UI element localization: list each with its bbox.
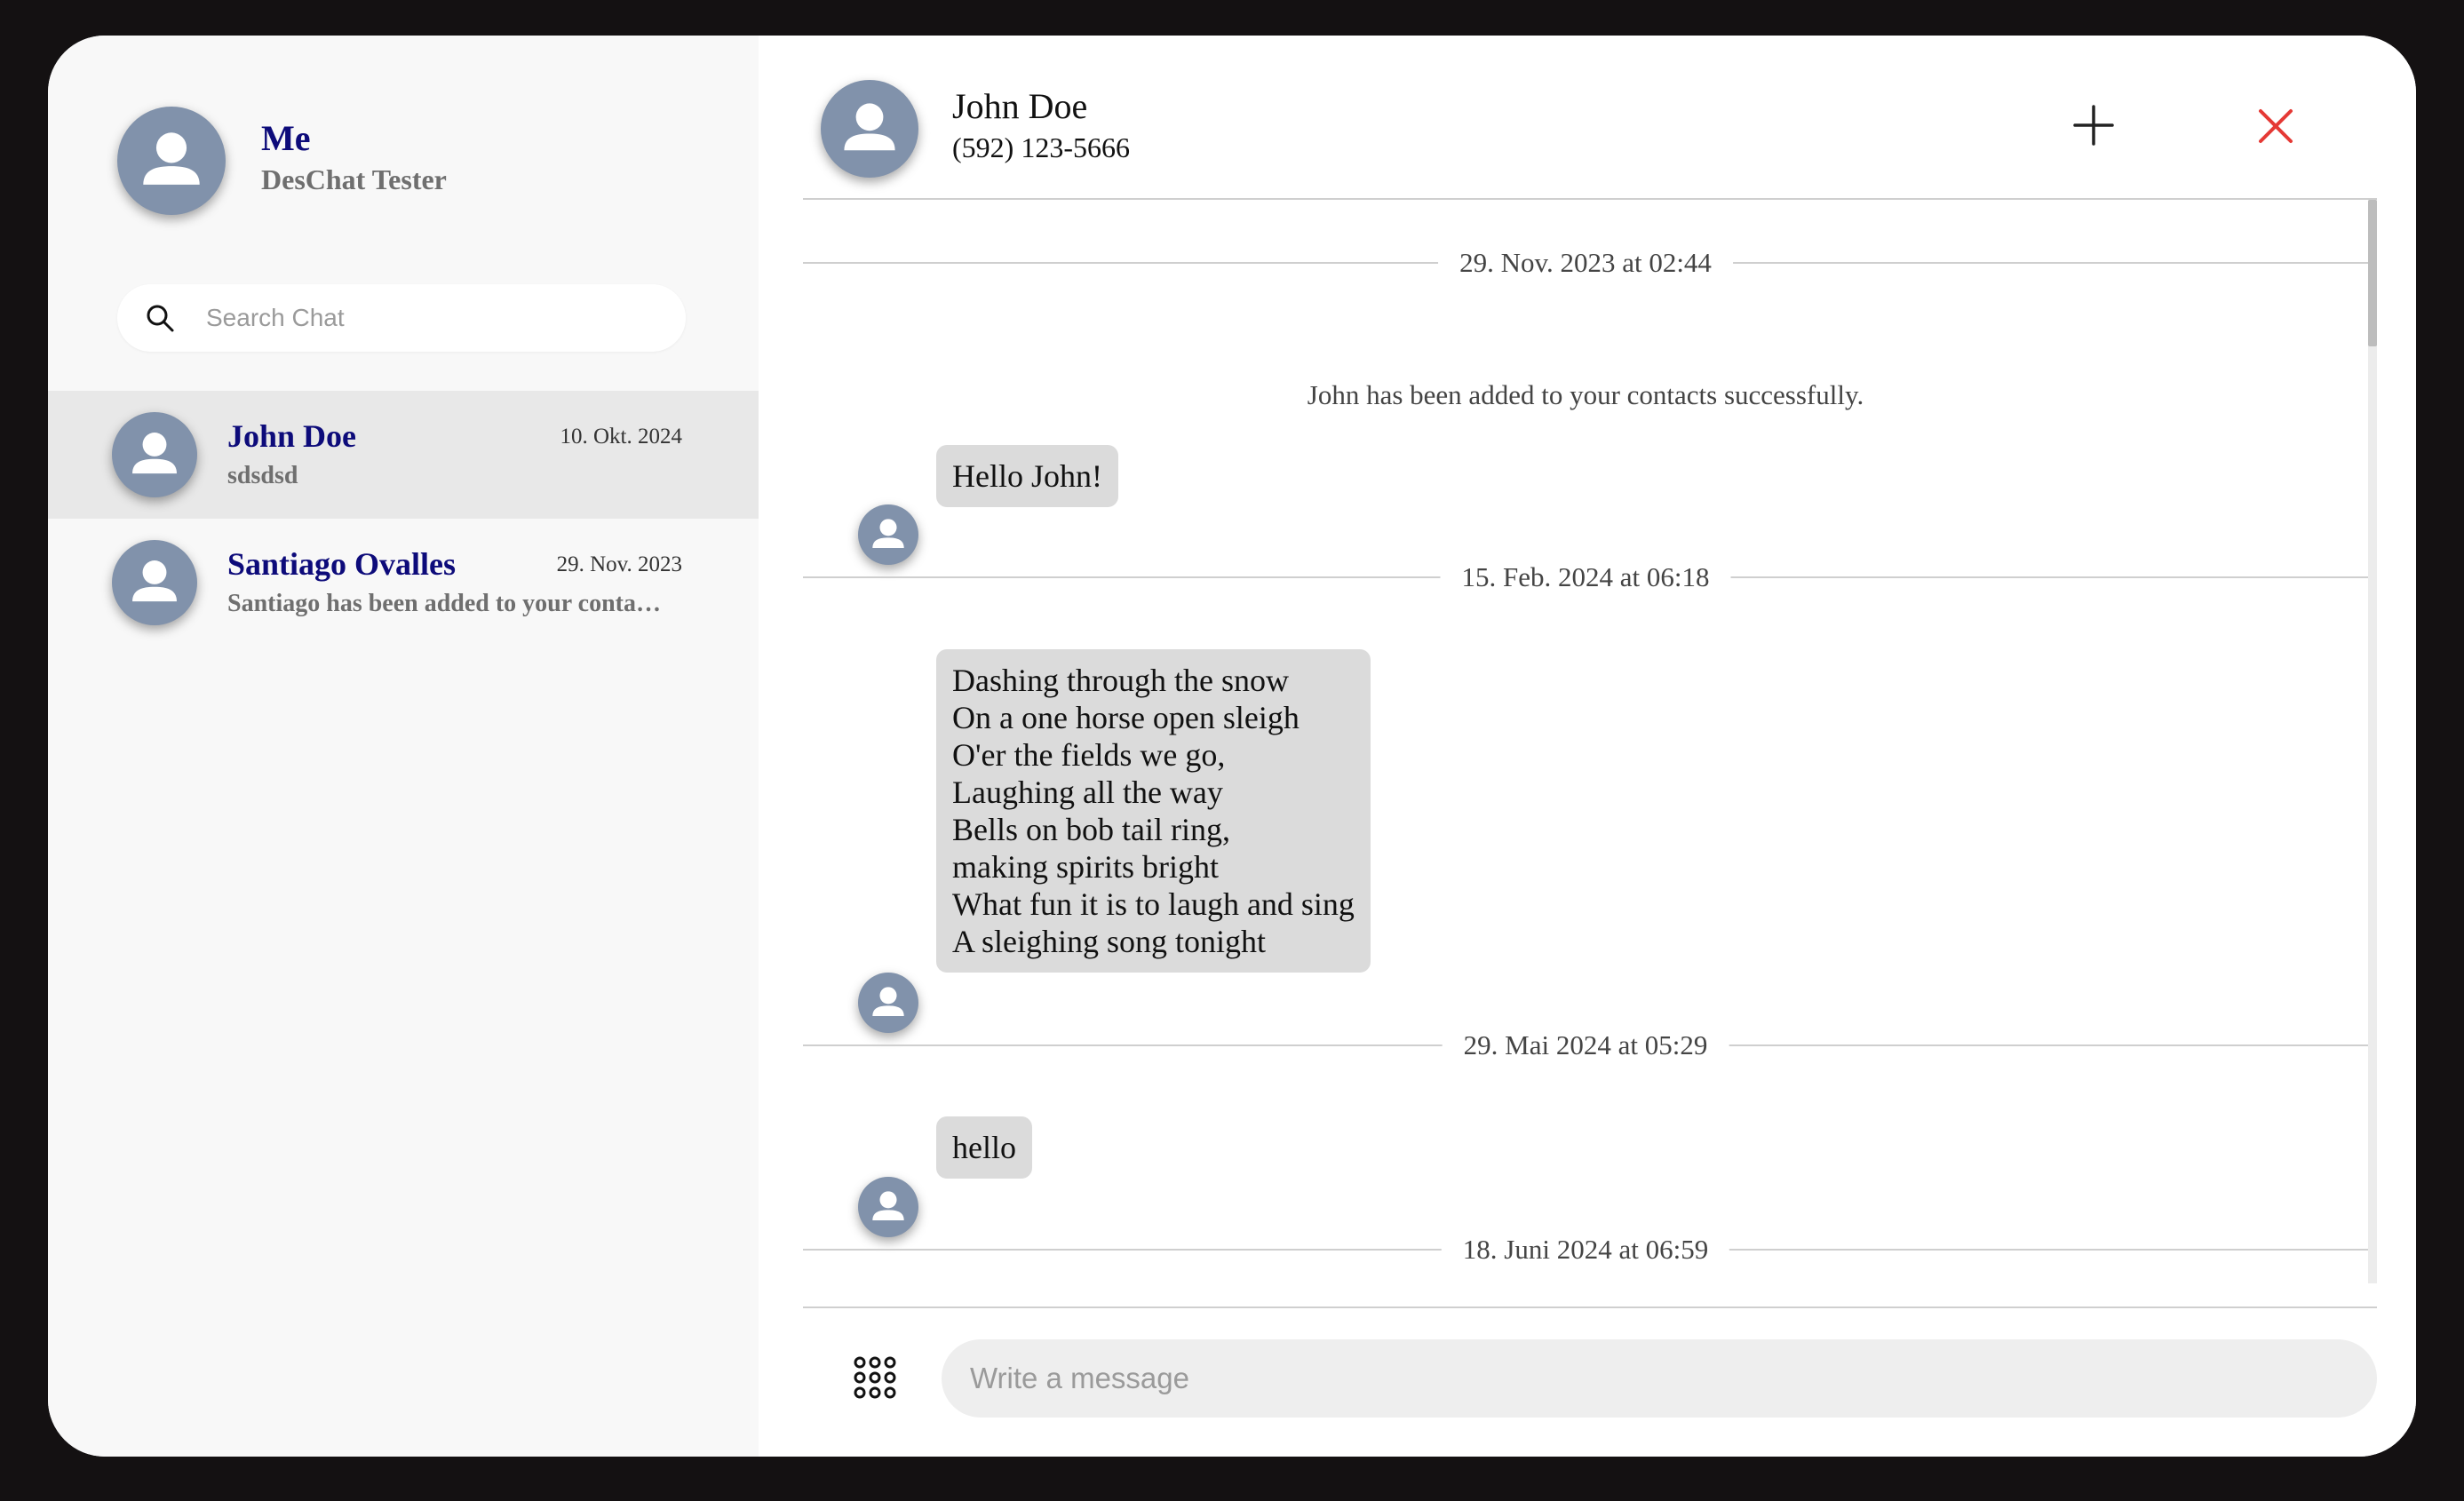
my-avatar[interactable] (117, 107, 226, 215)
message-bubble[interactable]: hello (936, 1116, 1032, 1179)
chat-item-preview: Santiago has been added to your contacts… (227, 590, 672, 617)
chat-item-date: 10. Okt. 2024 (560, 425, 683, 449)
search-input[interactable] (206, 284, 668, 352)
close-icon[interactable] (2256, 107, 2295, 146)
date-separator-label: 29. Nov. 2023 at 02:44 (1438, 241, 1733, 285)
user-icon (132, 433, 177, 474)
message-bubble[interactable]: Hello John! (936, 445, 1118, 507)
date-separator-label: 15. Feb. 2024 at 06:18 (1440, 555, 1731, 600)
profile-name: Me (261, 118, 311, 158)
composer-divider (803, 1306, 2377, 1308)
search-icon (147, 305, 174, 332)
user-icon (132, 560, 177, 602)
message-input[interactable] (970, 1339, 2347, 1418)
contact-header-avatar[interactable] (821, 80, 918, 178)
chat-app-window: Me DesChat Tester John Doe 10. Okt. 2024… (48, 36, 2416, 1457)
contact-avatar (112, 412, 197, 497)
contact-phone: (592) 123-5666 (952, 131, 1130, 163)
profile-subtitle: DesChat Tester (261, 163, 447, 195)
date-separator-label: 29. Mai 2024 at 05:29 (1442, 1023, 1729, 1068)
date-separator: 29. Mai 2024 at 05:29 (803, 1023, 2368, 1068)
grid-dots-icon[interactable] (853, 1355, 897, 1400)
scrollbar-thumb[interactable] (2368, 200, 2377, 346)
chat-item-preview: sdsdsd (227, 462, 298, 489)
chat-item-name: Santiago Ovalles (227, 546, 457, 582)
chat-item-name: John Doe (227, 418, 357, 454)
scrollbar-track[interactable] (2368, 200, 2377, 1283)
system-message: John has been added to your contacts suc… (1307, 379, 1864, 410)
chat-list-item-santiago-ovalles[interactable]: Santiago Ovalles 29. Nov. 2023 Santiago … (48, 519, 759, 647)
user-icon (844, 103, 895, 151)
date-separator: 29. Nov. 2023 at 02:44 (803, 241, 2368, 285)
date-separator: 18. Juni 2024 at 06:59 (803, 1227, 2368, 1272)
chat-list-item-john-doe[interactable]: John Doe 10. Okt. 2024 sdsdsd (48, 391, 759, 519)
message-bubble[interactable]: Dashing through the snow On a one horse … (936, 649, 1371, 973)
date-separator-label: 18. Juni 2024 at 06:59 (1441, 1227, 1730, 1272)
date-separator: 15. Feb. 2024 at 06:18 (803, 555, 2368, 600)
contact-name: John Doe (952, 86, 1088, 126)
conversation-panel: John Doe (592) 123-5666 29. Nov. 2023 at… (759, 36, 2416, 1457)
message-composer[interactable] (942, 1339, 2377, 1418)
chat-item-date: 29. Nov. 2023 (556, 552, 682, 576)
message-list[interactable]: 29. Nov. 2023 at 02:44 John has been add… (803, 200, 2377, 1283)
plus-icon[interactable] (2071, 103, 2116, 147)
user-icon (143, 132, 200, 185)
contact-avatar (112, 540, 197, 625)
sidebar: Me DesChat Tester John Doe 10. Okt. 2024… (48, 36, 759, 1457)
search-bar[interactable] (117, 284, 686, 352)
